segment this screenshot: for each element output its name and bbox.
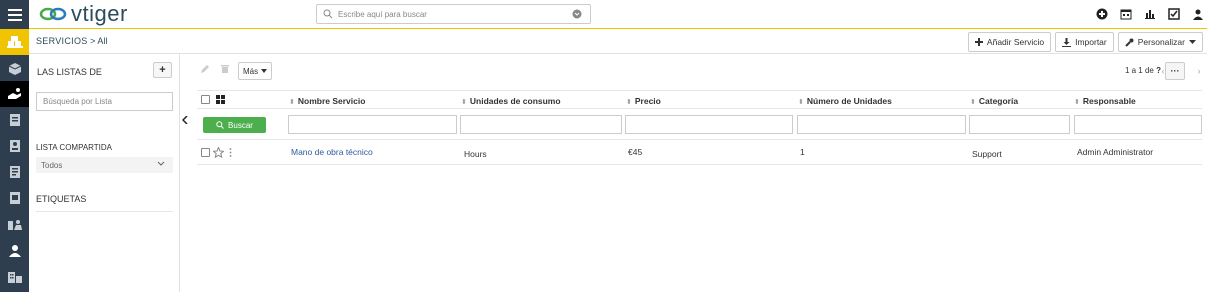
customize-label: Personalizar — [1137, 37, 1185, 47]
grid-icon[interactable] — [216, 95, 225, 104]
list-search-input[interactable]: Búsqueda por Lista — [36, 92, 173, 111]
logo-icon — [39, 7, 67, 21]
table-header: ⬍ Nombre Servicio ⬍ Unidades de consumo ⬍ P… — [197, 90, 1202, 109]
breadcrumb-view: All — [97, 36, 108, 46]
list-toolbar: Más 1 a 1 de ? › ‹ ··· — [189, 60, 1207, 82]
shared-list-select[interactable]: Todos — [36, 157, 173, 173]
chevron-down-icon — [157, 161, 165, 166]
wrench-icon — [1125, 38, 1134, 47]
module-header: SERVICIOS > All Añadir Servicio Importar… — [29, 29, 1207, 54]
list-sidebar: LAS LISTAS DE + Búsqueda por Lista LISTA… — [29, 54, 180, 292]
table-row[interactable]: Mano de obra técnico Hours €45 1 Support… — [197, 140, 1202, 165]
search-button-label: Buscar — [228, 120, 253, 130]
service-units: Hours — [464, 149, 487, 159]
lists-title: LAS LISTAS DE — [37, 67, 102, 77]
service-owner: Admin Administrator — [1077, 147, 1154, 157]
shared-list-value: Todos — [41, 160, 63, 170]
reports-icon[interactable] — [1143, 7, 1157, 21]
add-service-label: Añadir Servicio — [986, 37, 1045, 47]
menu-icon[interactable] — [0, 2, 29, 28]
page-jump-button[interactable]: ··· — [1165, 62, 1185, 80]
organizations-icon[interactable] — [0, 264, 29, 290]
more-actions-button[interactable]: Más — [238, 62, 273, 80]
caret-down-icon — [261, 69, 268, 73]
delete-icon[interactable] — [220, 64, 230, 74]
service-name-link[interactable]: Mano de obra técnico — [291, 147, 373, 157]
row-checkbox[interactable] — [201, 148, 210, 157]
edit-icon[interactable] — [200, 64, 210, 74]
import-button[interactable]: Importar — [1055, 32, 1114, 52]
logo-text: vtiger — [71, 1, 128, 26]
module-title[interactable]: SERVICIOS — [36, 36, 88, 46]
filter-row: Buscar — [197, 109, 1202, 140]
column-header-category[interactable]: ⬍ Categoría — [970, 96, 1018, 106]
filter-name-input[interactable] — [288, 115, 457, 134]
service-category: Support — [972, 149, 1002, 159]
more-actions-label: Más — [243, 66, 259, 76]
assets-icon[interactable] — [0, 212, 29, 238]
breadcrumb: SERVICIOS > All — [36, 36, 107, 46]
vtiger-logo[interactable]: vtiger — [39, 1, 128, 26]
column-header-qty[interactable]: ⬍ Número de Unidades — [798, 96, 892, 106]
quick-create-icon[interactable] — [1095, 7, 1109, 21]
caret-down-icon — [1189, 39, 1196, 44]
download-icon — [1062, 37, 1072, 47]
service-price: €45 — [628, 147, 643, 157]
shared-list-title: LISTA COMPARTIDA — [36, 143, 113, 152]
price-books-icon[interactable] — [0, 107, 29, 133]
vendors-icon[interactable] — [0, 133, 29, 159]
next-page-icon[interactable]: › — [1190, 62, 1207, 80]
more-vertical-icon[interactable] — [229, 148, 232, 157]
collapse-sidebar-icon[interactable] — [180, 113, 189, 126]
column-header-price[interactable]: ⬍ Precio — [626, 96, 661, 106]
add-list-button[interactable]: + — [153, 62, 172, 78]
import-label: Importar — [1075, 37, 1107, 47]
pagination-of: de — [1144, 66, 1154, 75]
list-search-placeholder: Búsqueda por Lista — [43, 97, 112, 106]
pagination-range: 1 a 1 — [1124, 66, 1143, 75]
add-service-button[interactable]: Añadir Servicio — [967, 32, 1052, 52]
service-qty: 1 — [800, 147, 805, 157]
pagination-info: 1 a 1 de ? — [1125, 66, 1161, 75]
purchase-orders-icon[interactable] — [0, 159, 29, 185]
search-button[interactable]: Buscar — [203, 117, 266, 133]
global-search-input[interactable]: Escribe aquí para buscar — [316, 4, 591, 24]
column-header-owner[interactable]: ⬍ Responsable — [1074, 96, 1136, 106]
filter-category-input[interactable] — [969, 115, 1070, 134]
list-view: Más 1 a 1 de ? › ‹ ··· ⬍ Nombre Servicio … — [189, 54, 1207, 292]
star-icon[interactable] — [213, 147, 224, 158]
calendar-icon[interactable] — [1119, 7, 1133, 21]
column-header-units[interactable]: ⬍ Unidades de consumo — [461, 96, 561, 106]
select-all-checkbox[interactable] — [201, 95, 210, 104]
filter-owner-input[interactable] — [1074, 115, 1202, 134]
services-icon[interactable] — [0, 81, 29, 107]
breadcrumb-separator: > — [90, 36, 96, 46]
tags-title: ETIQUETAS — [36, 194, 87, 204]
plus-icon — [974, 38, 983, 46]
products-icon[interactable] — [0, 56, 29, 82]
invoices-icon[interactable] — [0, 185, 29, 211]
search-icon — [323, 9, 333, 19]
top-bar: vtiger Escribe aquí para buscar — [29, 0, 1207, 29]
column-header-name[interactable]: ⬍ Nombre Servicio — [289, 96, 365, 106]
user-icon[interactable] — [1191, 7, 1205, 21]
filter-qty-input[interactable] — [797, 115, 966, 134]
filter-price-input[interactable] — [625, 115, 793, 134]
customize-button[interactable]: Personalizar — [1117, 32, 1203, 52]
search-icon — [216, 121, 224, 129]
inventory-icon[interactable] — [0, 29, 29, 55]
contacts-icon[interactable] — [0, 238, 29, 264]
filter-units-input[interactable] — [460, 115, 622, 134]
tags-divider — [36, 211, 173, 212]
tasks-icon[interactable] — [1167, 7, 1181, 21]
app-rail — [0, 0, 29, 292]
global-search-placeholder: Escribe aquí para buscar — [338, 9, 427, 19]
chevron-down-circle-icon[interactable] — [572, 9, 582, 19]
